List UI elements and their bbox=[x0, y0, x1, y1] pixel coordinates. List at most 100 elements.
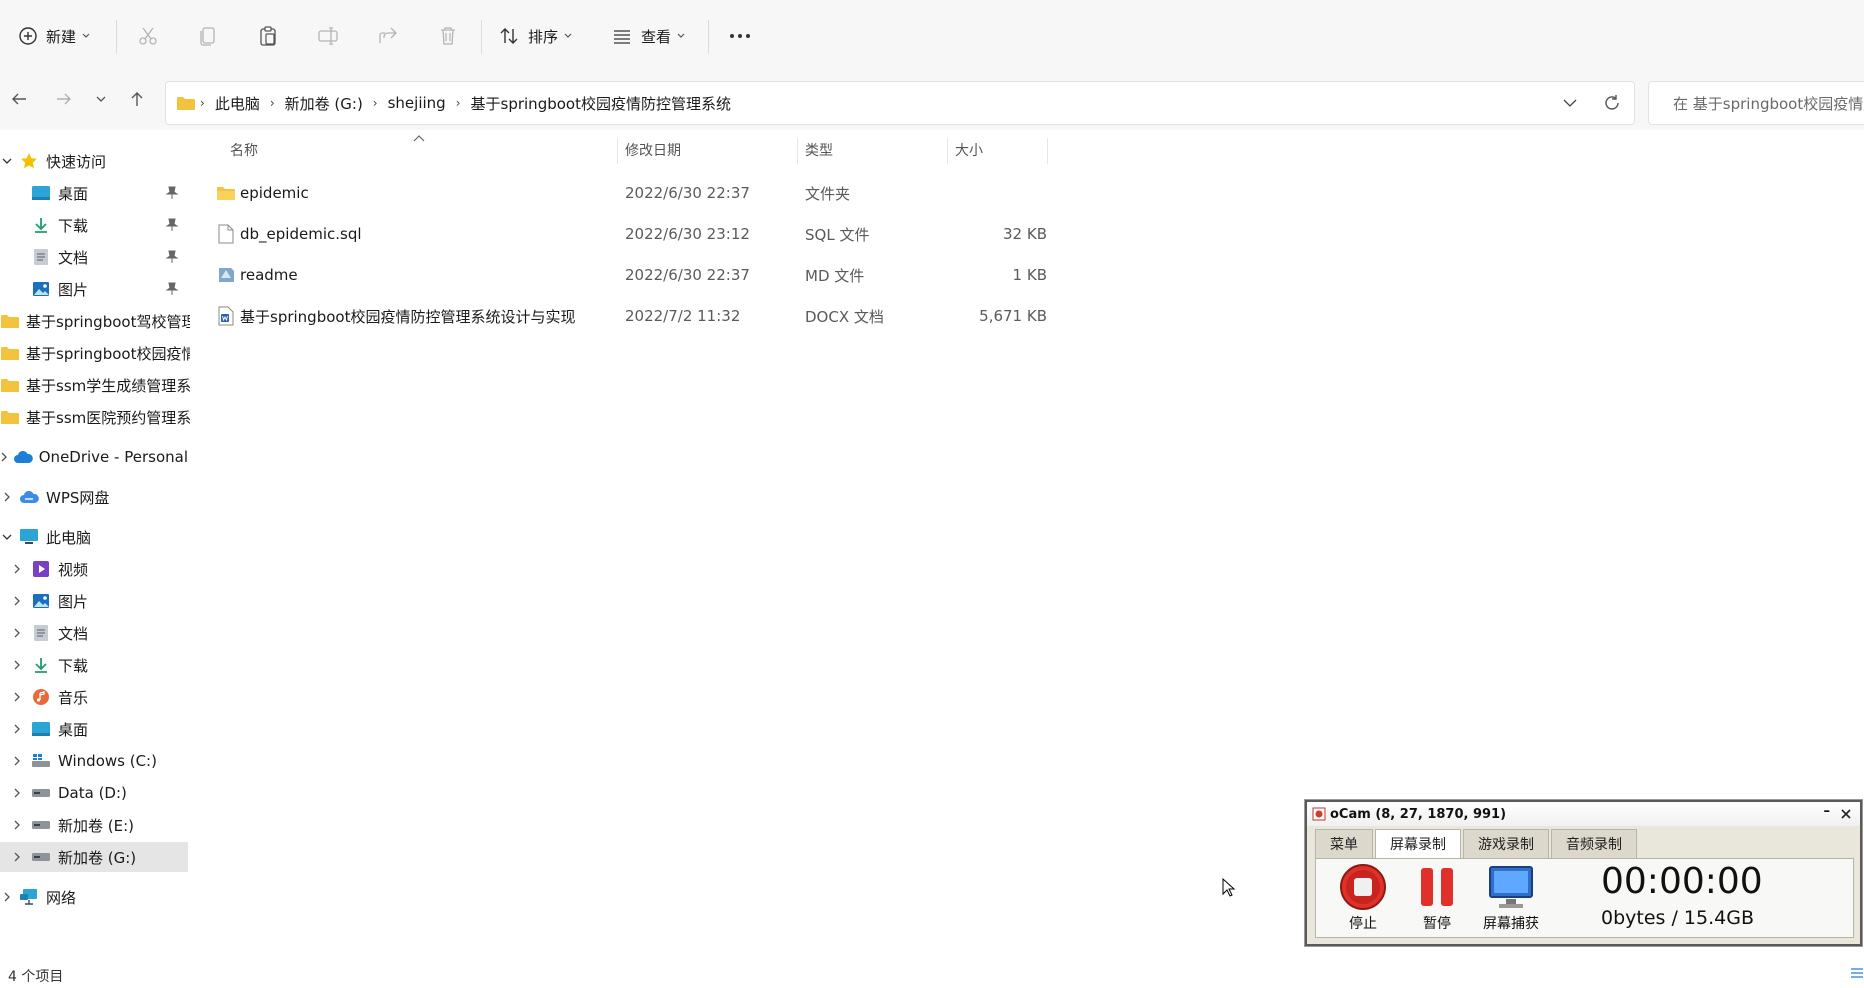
delete-button[interactable] bbox=[437, 18, 459, 54]
rename-button[interactable] bbox=[317, 18, 339, 54]
new-button[interactable]: 新建 bbox=[18, 18, 90, 54]
expand-chevron-icon[interactable] bbox=[0, 492, 14, 502]
markdown-icon bbox=[216, 255, 236, 295]
expand-chevron-icon[interactable] bbox=[10, 852, 24, 862]
expand-chevron-icon[interactable] bbox=[10, 756, 24, 766]
tab-menu[interactable]: 菜单 bbox=[1315, 829, 1373, 859]
sidebar-item-pc-documents[interactable]: 文档 bbox=[0, 618, 188, 648]
details-view-icon[interactable] bbox=[1850, 966, 1864, 980]
expand-chevron-icon[interactable] bbox=[10, 724, 24, 734]
file-row-docx[interactable]: 基于springboot校园疫情防控管理系统设计与实现 2022/7/2 11:… bbox=[210, 296, 1238, 336]
tab-game-record[interactable]: 游戏录制 bbox=[1463, 829, 1549, 859]
column-header-modified[interactable]: 修改日期 bbox=[625, 130, 795, 170]
word-doc-icon bbox=[218, 296, 234, 336]
sidebar-item-onedrive[interactable]: OneDrive - Personal bbox=[0, 442, 188, 472]
drive-icon bbox=[30, 847, 52, 867]
paste-button[interactable] bbox=[257, 18, 279, 54]
sidebar-item-quick-desktop[interactable]: 桌面 bbox=[0, 178, 188, 208]
sidebar-item-quick-pictures[interactable]: 图片 bbox=[0, 274, 188, 304]
sort-button[interactable]: 排序 bbox=[498, 18, 572, 54]
forward-button[interactable] bbox=[49, 84, 79, 114]
ocam-title-bar[interactable]: oCam (8, 27, 1870, 991) – bbox=[1307, 802, 1860, 826]
expand-chevron-icon[interactable] bbox=[0, 533, 14, 541]
sidebar-item-quick-folder-4[interactable]: 基于ssm医院预约管理系统 bbox=[0, 402, 190, 432]
arrow-up-icon bbox=[131, 92, 143, 106]
expand-chevron-icon[interactable] bbox=[10, 660, 24, 670]
file-row-readme[interactable]: readme 2022/6/30 22:37 MD 文件 1 KB bbox=[210, 255, 1238, 295]
pin-icon[interactable] bbox=[166, 282, 178, 296]
tab-screen-record[interactable]: 屏幕录制 bbox=[1375, 829, 1461, 859]
expand-chevron-icon[interactable] bbox=[10, 820, 24, 830]
copy-button[interactable] bbox=[197, 18, 219, 54]
minimize-icon[interactable]: – bbox=[1824, 804, 1831, 819]
sidebar-item-quick-downloads[interactable]: 下载 bbox=[0, 210, 188, 240]
recent-locations-button[interactable] bbox=[86, 84, 116, 114]
column-divider[interactable] bbox=[1047, 138, 1048, 164]
stop-button[interactable]: 停止 bbox=[1328, 863, 1398, 935]
pause-button[interactable]: 暂停 bbox=[1402, 863, 1472, 935]
sidebar-item-wps[interactable]: WPS网盘 bbox=[0, 482, 188, 512]
address-bar[interactable]: › 此电脑 › 新加卷 (G:) › shejiing › 基于springbo… bbox=[165, 81, 1635, 125]
back-button[interactable] bbox=[4, 84, 34, 114]
column-divider[interactable] bbox=[947, 138, 948, 164]
sidebar-item-network[interactable]: 网络 bbox=[0, 882, 188, 912]
sidebar-item-quick-folder-3[interactable]: 基于ssm学生成绩管理系统 bbox=[0, 370, 190, 400]
sidebar-item-drive-e[interactable]: 新加卷 (E:) bbox=[0, 810, 188, 840]
sidebar-item-pc-desktop[interactable]: 桌面 bbox=[0, 714, 188, 744]
sidebar-item-drive-g[interactable]: 新加卷 (G:) bbox=[0, 842, 188, 872]
sidebar-item-quick-access[interactable]: 快速访问 bbox=[0, 146, 188, 176]
sidebar-item-pc-pictures[interactable]: 图片 bbox=[0, 586, 188, 616]
sidebar-item-quick-folder-2[interactable]: 基于springboot校园疫情防控管理系统 bbox=[0, 338, 190, 368]
breadcrumb-drive-g[interactable]: 新加卷 (G:) bbox=[279, 93, 369, 114]
more-options-button[interactable] bbox=[728, 18, 752, 54]
expand-chevron-icon[interactable] bbox=[0, 452, 9, 462]
plus-circle-icon bbox=[19, 27, 37, 45]
capture-label: 屏幕捕获 bbox=[1483, 916, 1539, 932]
up-button[interactable] bbox=[122, 84, 152, 114]
column-divider[interactable] bbox=[797, 138, 798, 164]
expand-chevron-icon[interactable] bbox=[10, 788, 24, 798]
expand-chevron-icon[interactable] bbox=[10, 628, 24, 638]
breadcrumb-shejiing[interactable]: shejiing bbox=[382, 94, 452, 112]
sidebar-item-quick-documents[interactable]: 文档 bbox=[0, 242, 188, 272]
expand-chevron-icon[interactable] bbox=[10, 692, 24, 702]
expand-chevron-icon[interactable] bbox=[10, 596, 24, 606]
view-button[interactable]: 查看 bbox=[611, 18, 685, 54]
tab-audio-record[interactable]: 音频录制 bbox=[1551, 829, 1637, 859]
cut-button[interactable] bbox=[137, 18, 159, 54]
expand-chevron-icon[interactable] bbox=[10, 564, 24, 574]
share-button[interactable] bbox=[377, 18, 399, 54]
screen-capture-button[interactable]: 屏幕捕获 bbox=[1476, 863, 1546, 935]
folder-icon bbox=[0, 407, 20, 427]
search-box[interactable]: 在 基于springboot校园疫情防控管理系统 中搜索 bbox=[1648, 81, 1864, 125]
pin-icon[interactable] bbox=[166, 186, 178, 200]
column-header-type[interactable]: 类型 bbox=[805, 130, 935, 170]
expand-chevron-icon[interactable] bbox=[0, 892, 14, 902]
pin-icon[interactable] bbox=[166, 250, 178, 264]
sidebar-item-quick-folder-1[interactable]: 基于springboot驾校管理系统 bbox=[0, 306, 190, 336]
breadcrumb-this-pc[interactable]: 此电脑 bbox=[209, 93, 266, 114]
sidebar-item-drive-c[interactable]: Windows (C:) bbox=[0, 746, 188, 776]
sidebar-item-pc-music[interactable]: 音乐 bbox=[0, 682, 188, 712]
file-row-db-epidemic-sql[interactable]: db_epidemic.sql 2022/6/30 23:12 SQL 文件 3… bbox=[210, 214, 1238, 254]
sidebar-label: 基于ssm学生成绩管理系统 bbox=[26, 376, 190, 395]
sidebar-item-drive-d[interactable]: Data (D:) bbox=[0, 778, 188, 808]
breadcrumb-current-folder[interactable]: 基于springboot校园疫情防控管理系统 bbox=[465, 93, 737, 114]
pin-icon[interactable] bbox=[166, 218, 178, 232]
sidebar-item-pc-downloads[interactable]: 下载 bbox=[0, 650, 188, 680]
file-row-epidemic[interactable]: epidemic 2022/6/30 22:37 文件夹 bbox=[210, 173, 1238, 213]
sidebar-item-pc-videos[interactable]: 视频 bbox=[0, 554, 188, 584]
close-icon[interactable] bbox=[1840, 808, 1852, 820]
file-modified: 2022/6/30 22:37 bbox=[625, 184, 750, 202]
breadcrumb: 此电脑 › 新加卷 (G:) › shejiing › 基于springboot… bbox=[209, 93, 737, 114]
column-header-size[interactable]: 大小 bbox=[955, 130, 1045, 170]
expand-chevron-icon[interactable] bbox=[0, 157, 14, 165]
status-item-count: 4 个项目 bbox=[8, 969, 64, 985]
column-divider[interactable] bbox=[617, 138, 618, 164]
arrow-right-icon bbox=[57, 93, 71, 105]
address-history-button[interactable] bbox=[1550, 99, 1590, 107]
refresh-button[interactable] bbox=[1590, 94, 1634, 112]
sidebar-item-this-pc[interactable]: 此电脑 bbox=[0, 522, 188, 552]
column-header-name[interactable]: 名称 bbox=[230, 130, 600, 170]
file-name: db_epidemic.sql bbox=[240, 225, 362, 243]
